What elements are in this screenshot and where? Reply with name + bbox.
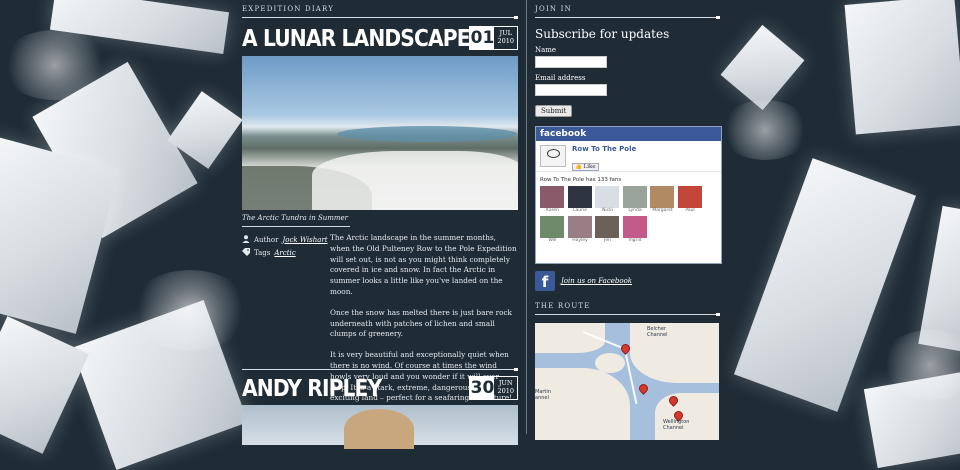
fan-item[interactable]: Paul [677,186,703,213]
fan-grid: Karen Laurie Nicki Lynda Margaret Paul Will Hay… [536,186,721,246]
post-date: 01 JUL 2010 [469,26,518,50]
fan-item[interactable]: Lynda [622,186,648,213]
fan-item[interactable]: Will [540,216,565,243]
post-rule [242,368,518,371]
fan-avatar [677,186,702,208]
fan-avatar [595,216,619,238]
map-label: Belcher Channel [647,326,668,338]
post-date-month-year: JUN 2010 [494,377,517,399]
fan-avatar [540,186,564,208]
post-date-month: JUL [499,29,512,37]
tag-icon [242,247,250,258]
post-2: ANDY RIPLEY 30 JUN 2010 [242,368,518,410]
name-label: Name [535,46,557,54]
post-paragraph: The Arctic landscape in the summer month… [330,233,517,296]
map-pin[interactable] [637,382,650,395]
author-link[interactable]: Jock Wishart [282,236,327,244]
post-date: 30 JUN 2010 [469,376,518,400]
fan-count: Row To The Pole has 133 fans [540,177,622,183]
thumbs-up-icon: 👍 [575,164,582,170]
fan-name: Will [548,238,557,243]
facebook-page-name[interactable]: Row To The Pole [572,145,636,153]
post-date-month: JUN [498,379,513,387]
name-field[interactable] [535,56,607,68]
section-label-the-route: THE ROUTE [535,302,591,310]
fan-item[interactable]: Jen [595,216,620,243]
tags-row: Tags Arctic [242,246,330,259]
map-label: Wellington Channel [663,419,690,431]
email-label: Email address [535,74,586,82]
email-field[interactable] [535,84,607,96]
post-date-year: 2010 [497,37,514,45]
facebook-header: facebook [536,127,721,141]
post-date-year: 2010 [497,387,514,395]
section-label-join-in: JOIN IN [535,5,572,13]
fan-item[interactable]: Margaret [650,186,675,213]
post-date-day: 01 [470,27,495,49]
section-rule [535,313,720,316]
section-label-expedition-diary: EXPEDITION DIARY [242,5,335,13]
fan-avatar [567,216,592,238]
section-rule [242,16,518,19]
facebook-join: f Join us on Facebook [535,271,720,291]
photo-caption: The Arctic Tundra in Summer [242,214,349,222]
post-header: A LUNAR LANDSCAPE 01 JUL 2010 [242,24,518,60]
fan-name: Hayley [572,238,588,243]
post-date-day: 30 [470,377,495,399]
page-logo-icon[interactable] [540,145,566,167]
author-icon [242,234,250,245]
like-button[interactable]: 👍 Like [572,163,599,171]
facebook-widget: facebook Row To The Pole 👍 Like Row To T… [535,126,722,264]
post-paragraph: Once the snow has melted there is just b… [330,307,512,339]
fan-avatar [540,216,564,238]
author-row: Author Jock Wishart [242,233,330,246]
fan-item[interactable]: Ingrid [622,216,648,243]
subscribe-title: Subscribe for updates [535,27,670,41]
fan-name: Nicki [602,208,613,213]
tags-label: Tags [254,248,271,257]
fan-name: Margaret [652,208,673,213]
submit-button[interactable]: Submit [535,105,573,117]
main-column: EXPEDITION DIARY A LUNAR LANDSCAPE 01 JU… [242,0,518,449]
author-label: Author [254,235,279,244]
caption-rule [242,226,350,227]
fan-item[interactable]: Nicki [595,186,620,213]
post-title[interactable]: A LUNAR LANDSCAPE [242,26,471,52]
post-date-month-year: JUL 2010 [494,27,517,49]
fan-avatar [595,186,619,208]
fan-avatar [622,186,647,208]
column-divider [526,0,527,434]
fan-item[interactable]: Laurie [567,186,593,213]
post-title[interactable]: ANDY RIPLEY [242,376,382,402]
fan-avatar [622,216,647,238]
map-label: Martin annel [535,389,551,401]
post-photo-arctic-tundra [242,56,518,210]
facebook-page-row: Row To The Pole 👍 Like [536,141,721,172]
fan-name: Karen [545,208,559,213]
fan-name: Jen [604,238,611,243]
fan-avatar [567,186,592,208]
like-label: Like [583,164,596,170]
facebook-icon[interactable]: f [535,271,555,291]
fan-name: Lynda [628,208,642,213]
route-map[interactable]: Belcher Channel Martin annel Wellington … [535,323,719,440]
tag-link[interactable]: Arctic [274,249,295,257]
join-facebook-link[interactable]: Join us on Facebook [561,277,632,285]
fan-name: Paul [685,208,695,213]
section-rule [535,16,720,19]
fan-avatar [650,186,674,208]
fan-name: Ingrid [628,238,642,243]
fan-item[interactable]: Hayley [567,216,593,243]
fan-item[interactable]: Karen [540,186,565,213]
sidebar: JOIN IN Subscribe for updates Name Email… [535,0,722,440]
fan-name: Laurie [573,208,587,213]
post-photo-andy-ripley [242,405,518,449]
